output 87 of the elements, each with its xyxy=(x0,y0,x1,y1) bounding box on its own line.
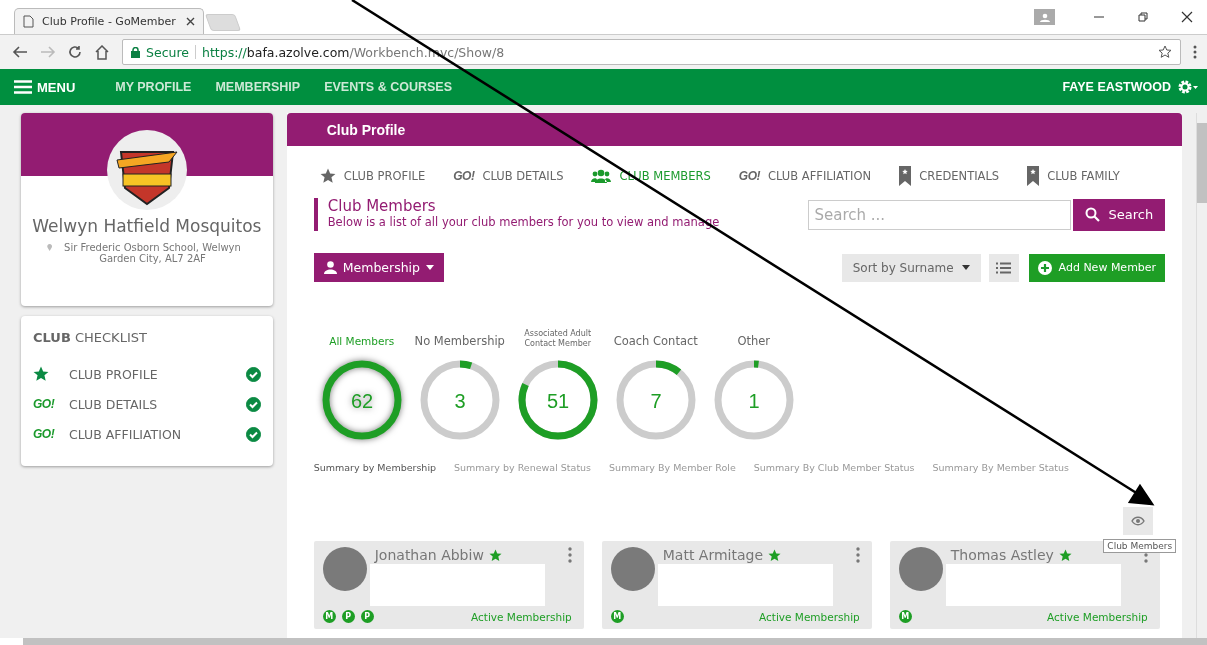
membership-badge: P xyxy=(360,610,374,623)
summary-tab[interactable]: Summary by Membership xyxy=(313,462,437,473)
home-icon[interactable] xyxy=(94,44,110,60)
summary-tab[interactable]: Summary By Member Status xyxy=(932,462,1069,473)
checklist-item[interactable]: CLUB DETAILS xyxy=(69,396,246,412)
menu-button[interactable]: MENU xyxy=(14,79,76,95)
list-icon xyxy=(996,261,1012,274)
star-icon xyxy=(33,366,49,382)
list-view-button[interactable] xyxy=(988,253,1019,282)
section-tab[interactable]: CREDENTIALS xyxy=(899,166,1000,186)
location-pin-icon xyxy=(46,242,53,253)
section-tab[interactable]: GO! CLUB AFFILIATION xyxy=(738,169,872,183)
membership-dropdown[interactable]: Membership xyxy=(313,253,444,282)
summary-tab[interactable]: Summary by Renewal Status xyxy=(454,462,592,473)
category-label[interactable]: No Membership xyxy=(414,329,505,353)
member-name: Matt Armitage xyxy=(662,547,763,563)
checklist-title: CLUB xyxy=(33,330,71,345)
scrollbar[interactable] xyxy=(23,638,1207,645)
close-icon[interactable] xyxy=(186,17,195,26)
nav-link[interactable]: MY PROFILE xyxy=(115,80,192,94)
bookmark-icon xyxy=(1027,166,1040,186)
security-label: Secure xyxy=(146,44,189,60)
star-icon xyxy=(319,168,336,184)
lock-icon xyxy=(131,46,140,58)
close-icon[interactable] xyxy=(1181,11,1193,23)
membership-badge: P xyxy=(341,610,355,623)
caret-icon xyxy=(426,265,434,270)
settings-icon[interactable] xyxy=(1177,79,1199,95)
club-address: Sir Frederic Osborn School, Welwyn Garden City, AL7 2AF xyxy=(63,242,242,264)
summary-tab[interactable]: Summary By Member Role xyxy=(609,462,736,473)
heading-text: Club Members xyxy=(327,198,437,215)
category-label[interactable]: Associated Adult Contact Member xyxy=(517,329,598,353)
add-member-button[interactable]: Add New Member xyxy=(1028,253,1166,282)
sort-dropdown[interactable]: Sort by Surname xyxy=(841,253,981,282)
avatar xyxy=(898,547,943,591)
search-icon xyxy=(1085,207,1101,222)
caret-icon xyxy=(961,265,970,270)
section-tab[interactable]: CLUB FAMILY xyxy=(1027,166,1120,186)
menu-icon xyxy=(14,80,32,94)
person-icon xyxy=(323,261,337,274)
summary-tab[interactable]: Summary By Club Member Status xyxy=(753,462,915,473)
people-icon xyxy=(591,169,612,183)
nav-link[interactable]: MEMBERSHIP xyxy=(215,80,301,94)
user-name[interactable]: FAYE EASTWOOD xyxy=(1062,80,1171,94)
reload-icon[interactable] xyxy=(68,45,82,59)
member-card[interactable]: Matt Armitage M Active Membership xyxy=(601,541,872,629)
membership-badge: M xyxy=(322,610,336,623)
browser-tab[interactable]: Club Profile - GoMember xyxy=(14,8,204,34)
section-tab[interactable]: GO! CLUB DETAILS xyxy=(453,169,564,183)
more-icon[interactable] xyxy=(855,547,860,563)
nav-link[interactable]: EVENTS & COURSES xyxy=(324,80,452,94)
more-icon[interactable] xyxy=(1193,45,1197,59)
section-tab[interactable]: CLUB PROFILE xyxy=(319,168,426,184)
restore-icon[interactable] xyxy=(1137,11,1149,23)
scrollbar[interactable] xyxy=(1196,113,1207,638)
search-button[interactable]: Search xyxy=(1073,198,1166,231)
page-icon xyxy=(23,15,34,28)
member-name: Jonathan Abbiw xyxy=(374,547,484,563)
avatar xyxy=(610,547,655,591)
search-field[interactable]: Search ... xyxy=(808,199,1072,230)
go-icon: GO! xyxy=(33,397,55,411)
club-name: Welwyn Hatfield Mosquitos xyxy=(32,216,262,236)
membership-badge: M xyxy=(610,610,624,623)
membership-status: Active Membership xyxy=(759,610,860,623)
checklist-title: CHECKLIST xyxy=(74,330,147,345)
eye-icon xyxy=(1131,516,1146,526)
membership-status: Active Membership xyxy=(471,610,572,623)
view-toggle-button[interactable] xyxy=(1123,507,1154,535)
panel-title: Club Profile xyxy=(326,121,406,138)
category-label[interactable]: Coach Contact xyxy=(613,329,698,353)
membership-status: Active Membership xyxy=(1047,610,1148,623)
member-card[interactable]: Jonathan Abbiw M P P Active Membership xyxy=(313,541,584,629)
category-label[interactable]: All Members xyxy=(329,329,395,353)
back-icon[interactable] xyxy=(12,45,28,59)
checklist-item[interactable]: CLUB AFFILIATION xyxy=(69,426,246,442)
checklist-item[interactable]: CLUB PROFILE xyxy=(69,366,246,382)
star-icon[interactable] xyxy=(1158,45,1172,59)
avatar xyxy=(322,547,367,591)
bookmark-icon xyxy=(899,166,912,186)
category-label[interactable]: Other xyxy=(737,329,771,353)
more-icon[interactable] xyxy=(567,547,572,563)
tooltip: Club Members xyxy=(1103,539,1177,553)
plus-circle-icon xyxy=(1037,260,1052,275)
membership-badge: M xyxy=(898,610,912,623)
member-name: Thomas Astley xyxy=(950,547,1054,563)
profile-icon[interactable] xyxy=(1034,9,1055,25)
go-icon: GO! xyxy=(33,427,55,441)
